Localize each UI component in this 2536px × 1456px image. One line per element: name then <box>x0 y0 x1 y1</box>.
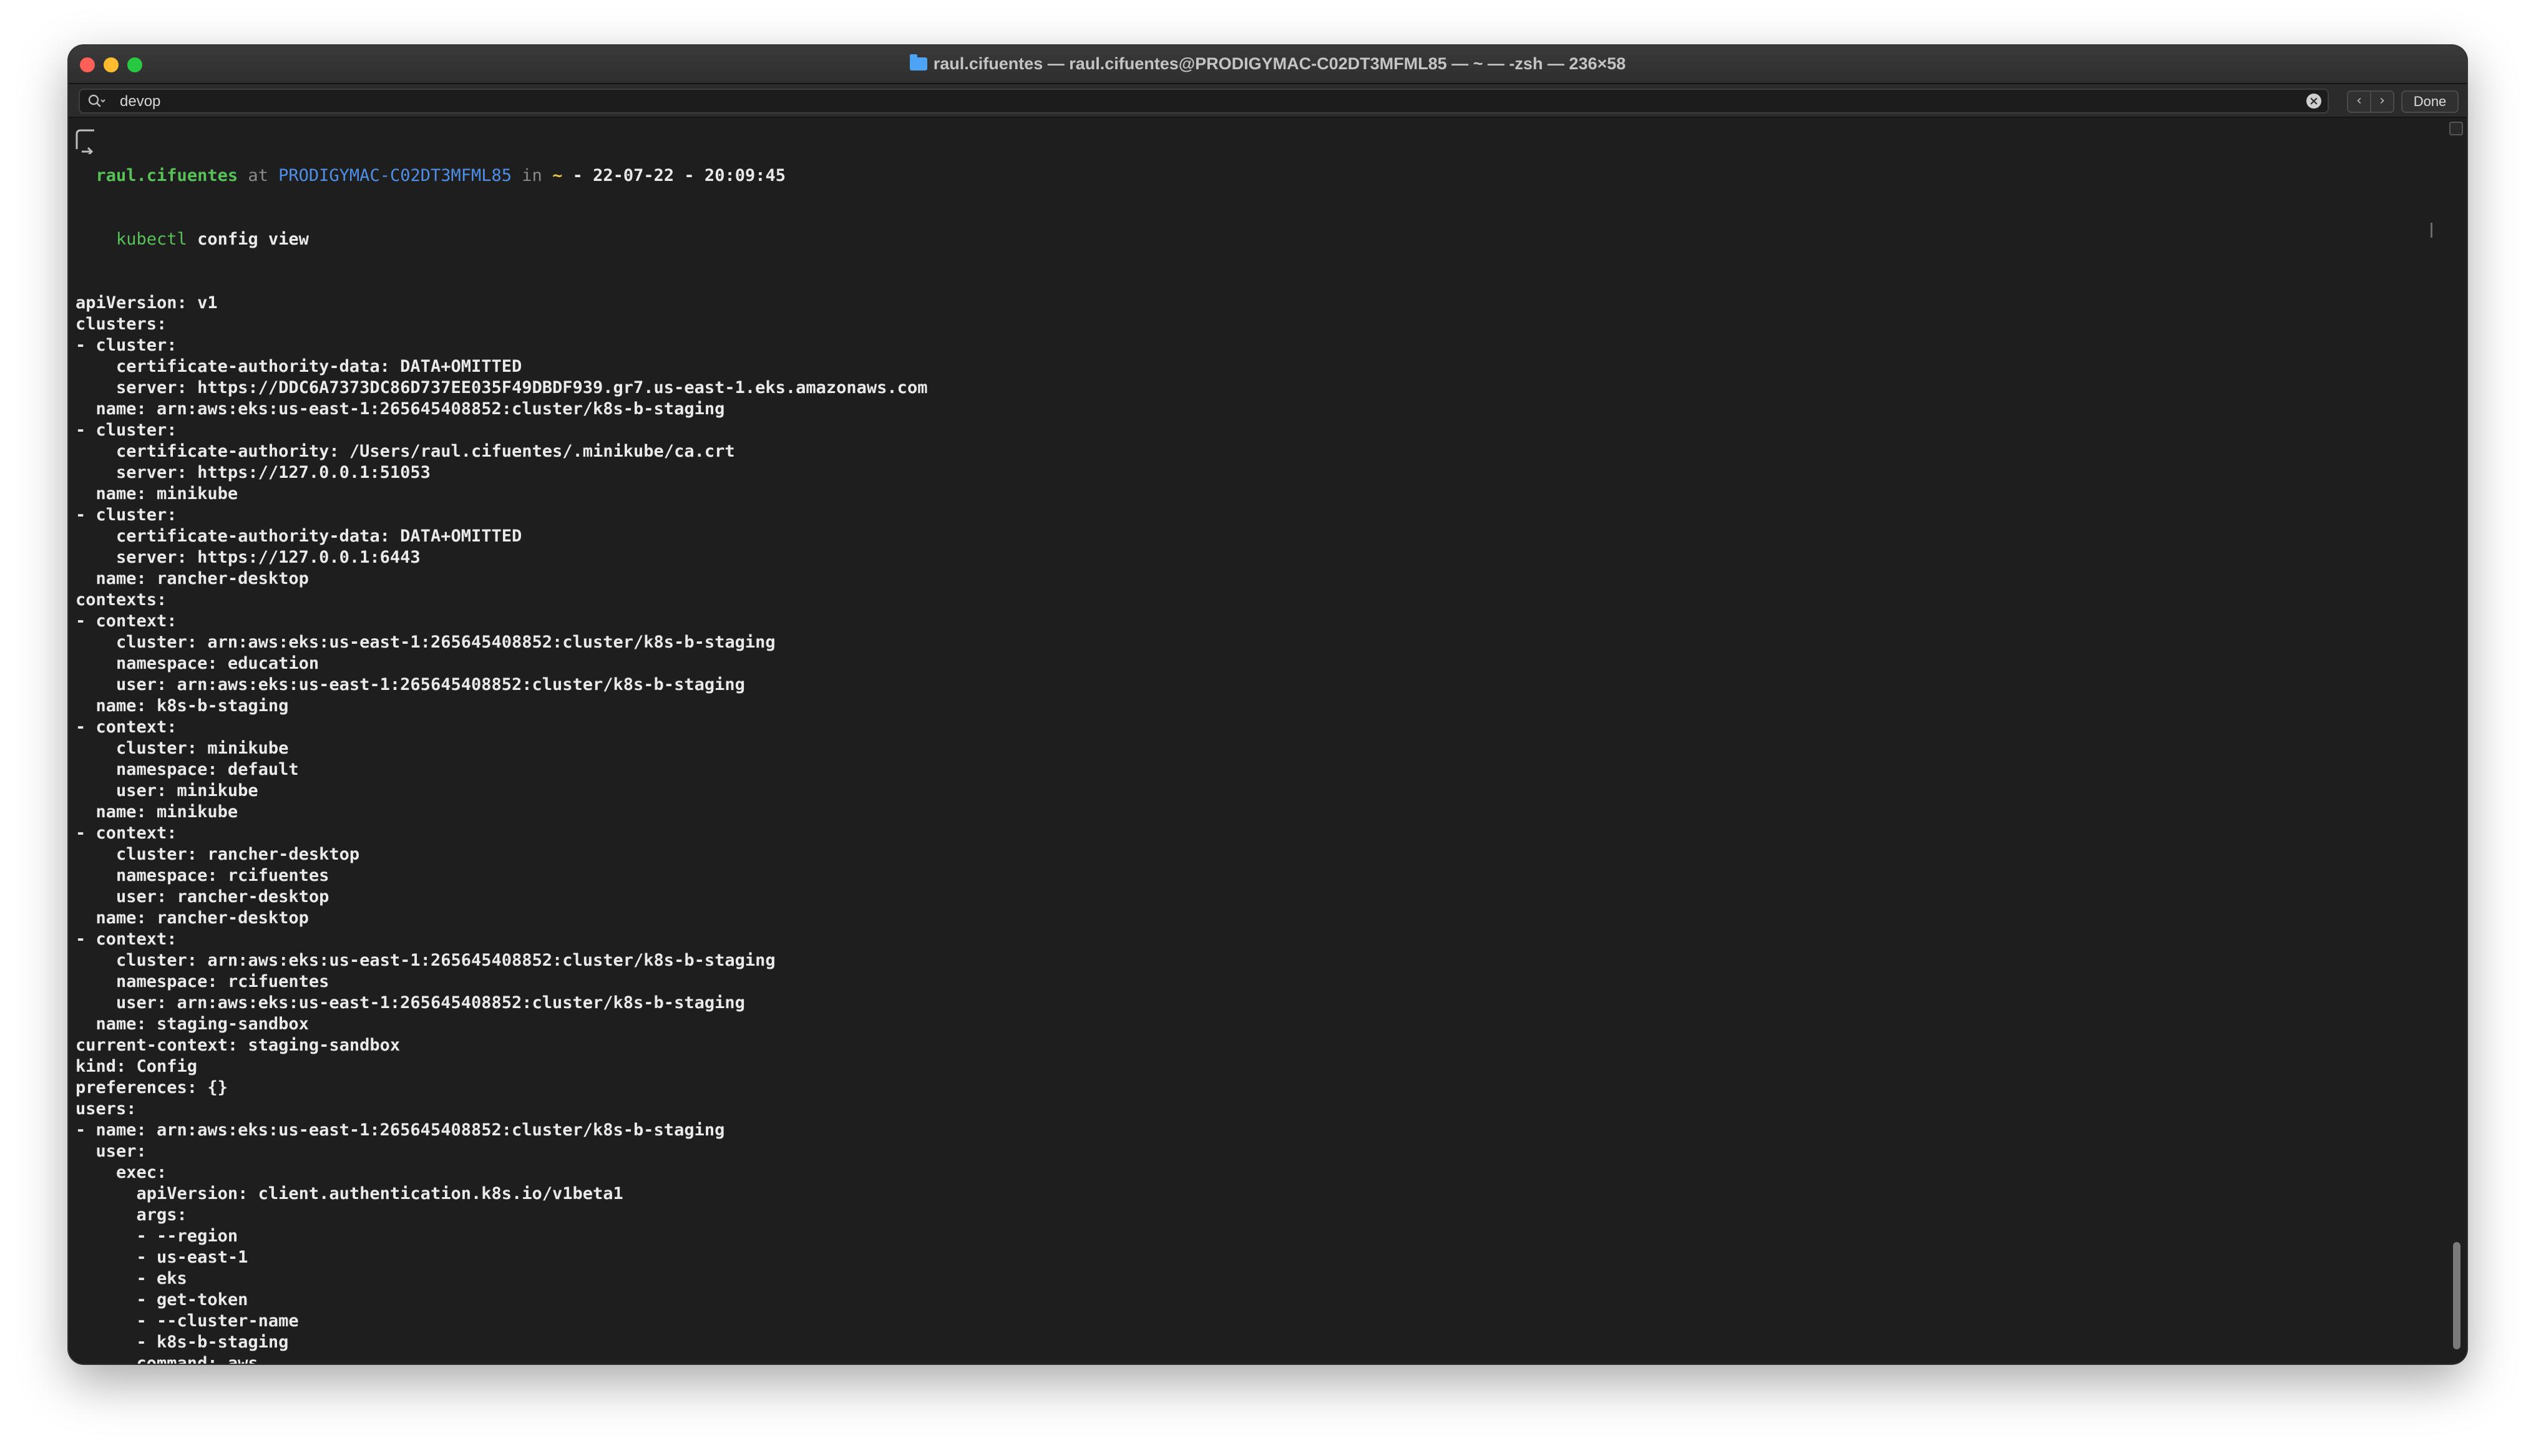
output-line: - context: <box>76 929 177 949</box>
text-cursor <box>2431 223 2432 238</box>
output-line: current-context: staging-sandbox <box>76 1036 401 1055</box>
window-title: raul.cifuentes — raul.cifuentes@PRODIGYM… <box>69 54 2467 74</box>
terminal-content[interactable]: raul.cifuentes at PRODIGYMAC-C02DT3MFML8… <box>69 118 2467 1364</box>
output-line: - context: <box>76 717 177 737</box>
terminal-window: raul.cifuentes — raul.cifuentes@PRODIGYM… <box>69 46 2467 1364</box>
find-previous-button[interactable]: ‹ <box>2348 92 2371 112</box>
output-lines: apiVersion: v1 clusters: - cluster: certif… <box>76 293 927 1364</box>
output-line: kind: Config <box>76 1057 198 1076</box>
output-line: apiVersion: client.authentication.k8s.io… <box>76 1184 623 1203</box>
prompt-dash: - <box>572 166 583 185</box>
output-line: - cluster: <box>76 420 177 440</box>
output-line: cluster: arn:aws:eks:us-east-1:265645408… <box>76 633 776 652</box>
output-line: name: rancher-desktop <box>76 569 309 588</box>
output-line: certificate-authority-data: DATA+OMITTED <box>76 527 522 546</box>
prompt-line: raul.cifuentes at PRODIGYMAC-C02DT3MFML8… <box>76 165 927 187</box>
output-line: namespace: rcifuentes <box>76 972 329 991</box>
output-line: server: https://127.0.0.1:6443 <box>76 548 421 567</box>
output-line: server: https://DDC6A7373DC86D737EE035F4… <box>76 378 928 397</box>
output-line: name: rancher-desktop <box>76 908 309 928</box>
scrollbar-thumb[interactable] <box>2453 1242 2460 1349</box>
command-line: kubectl config view <box>76 229 927 250</box>
window-title-text: raul.cifuentes — raul.cifuentes@PRODIGYM… <box>933 54 1626 73</box>
output-line: command: aws <box>76 1354 258 1364</box>
output-line: certificate-authority-data: DATA+OMITTED <box>76 357 522 376</box>
output-line: - name: arn:aws:eks:us-east-1:2656454088… <box>76 1120 725 1140</box>
command-args: config view <box>197 230 309 249</box>
terminal-output: raul.cifuentes at PRODIGYMAC-C02DT3MFML8… <box>76 123 927 1364</box>
done-button[interactable]: Done <box>2401 90 2459 113</box>
find-query: devop <box>120 93 161 110</box>
output-line: cluster: minikube <box>76 739 289 758</box>
scrollbar-marker-icon[interactable] <box>2449 122 2463 135</box>
output-line: exec: <box>76 1163 167 1182</box>
title-bar[interactable]: raul.cifuentes — raul.cifuentes@PRODIGYM… <box>69 46 2467 84</box>
output-line: cluster: arn:aws:eks:us-east-1:265645408… <box>76 951 776 970</box>
folder-icon <box>909 54 927 70</box>
output-line: name: staging-sandbox <box>76 1014 309 1034</box>
prompt-user: raul.cifuentes <box>95 166 238 185</box>
search-icon[interactable] <box>87 94 106 109</box>
output-line: - get-token <box>76 1290 248 1309</box>
output-line: namespace: education <box>76 654 319 673</box>
output-line: user: <box>76 1142 147 1161</box>
output-line: server: https://127.0.0.1:51053 <box>76 463 431 482</box>
output-line: - cluster: <box>76 336 177 355</box>
output-line: users: <box>76 1099 137 1119</box>
prompt-in: in <box>522 166 542 185</box>
output-line: - us-east-1 <box>76 1248 248 1267</box>
output-line: - k8s-b-staging <box>76 1332 289 1352</box>
output-line: user: minikube <box>76 781 258 800</box>
output-line: clusters: <box>76 314 167 334</box>
output-line: - --cluster-name <box>76 1311 299 1331</box>
output-line: name: k8s-b-staging <box>76 696 289 716</box>
output-line: user: rancher-desktop <box>76 887 329 906</box>
output-line: - --region <box>76 1226 238 1246</box>
output-line: apiVersion: v1 <box>76 293 218 313</box>
output-line: name: minikube <box>76 802 238 822</box>
find-input[interactable]: devop × <box>79 89 2329 114</box>
prompt-at: at <box>248 166 268 185</box>
output-line: contexts: <box>76 590 167 609</box>
prompt-host: PRODIGYMAC-C02DT3MFML85 <box>278 166 512 185</box>
prompt-cwd: ~ <box>552 166 563 185</box>
clear-search-icon[interactable]: × <box>2306 94 2321 109</box>
output-line: namespace: default <box>76 760 299 779</box>
output-line: - cluster: <box>76 505 177 525</box>
output-line: user: arn:aws:eks:us-east-1:265645408852… <box>76 675 745 694</box>
output-line: namespace: rcifuentes <box>76 866 329 885</box>
output-line: name: arn:aws:eks:us-east-1:265645408852… <box>76 399 725 419</box>
prompt-timestamp: 22-07-22 - 20:09:45 <box>593 166 786 185</box>
output-line: cluster: rancher-desktop <box>76 845 360 864</box>
find-bar: devop × ‹ › Done <box>69 84 2467 118</box>
output-line: name: minikube <box>76 484 238 503</box>
output-line: - context: <box>76 823 177 843</box>
output-line: preferences: {} <box>76 1078 228 1097</box>
find-next-button[interactable]: › <box>2371 92 2393 112</box>
output-line: user: arn:aws:eks:us-east-1:265645408852… <box>76 993 745 1012</box>
output-line: - context: <box>76 611 177 631</box>
output-line: certificate-authority: /Users/raul.cifue… <box>76 442 735 461</box>
output-line: - eks <box>76 1269 187 1288</box>
command-name: kubectl <box>116 230 187 249</box>
find-navigation: ‹ › <box>2347 90 2394 113</box>
output-line: args: <box>76 1205 187 1225</box>
